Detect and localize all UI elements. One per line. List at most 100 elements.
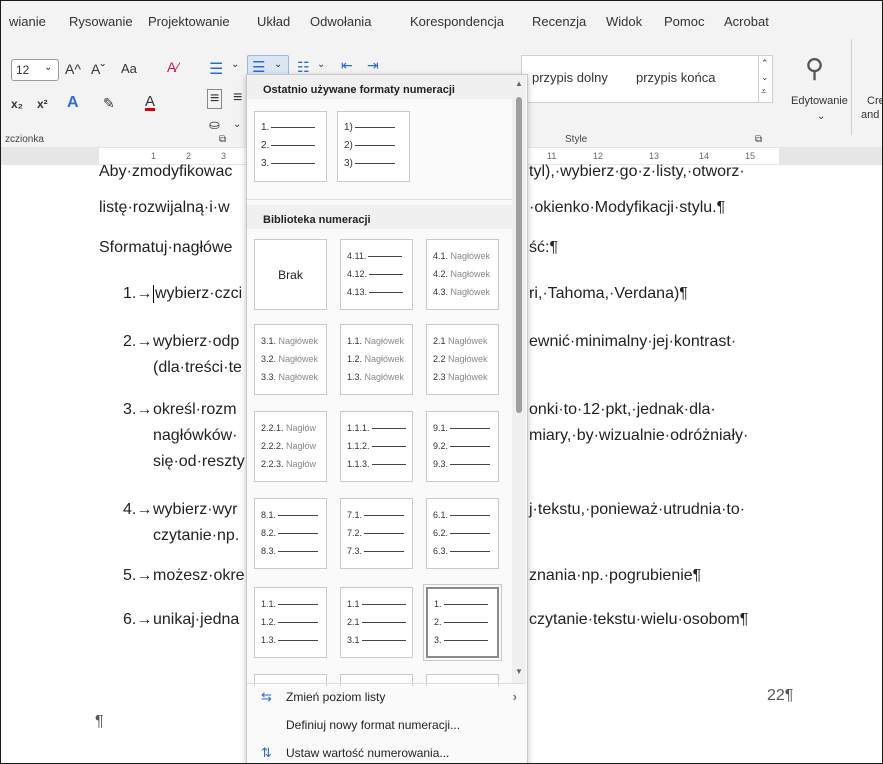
doc-text: Aby·zmodyfikowac	[99, 163, 233, 180]
tile-number: 8.2.	[261, 528, 277, 538]
tab-projektowanie[interactable]: Projektowanie	[148, 14, 230, 29]
list-number: 4.→	[123, 501, 153, 518]
align-center-icon[interactable]: ≡	[233, 89, 242, 107]
tile-rule	[278, 515, 319, 517]
more-styles-icon[interactable]: ⩡	[761, 86, 766, 97]
create-label[interactable]: Cre	[867, 95, 882, 107]
tab-acrobat[interactable]: Acrobat	[724, 14, 769, 29]
scroll-thumb[interactable]	[516, 97, 522, 413]
tile-heading: Nagłówek	[278, 354, 319, 364]
scroll-down-icon[interactable]: ▼	[515, 667, 523, 676]
tab-recenzja[interactable]: Recenzja	[532, 14, 586, 29]
dialog-launcher-icon[interactable]: ⧉	[755, 134, 762, 145]
highlight-icon[interactable]: ✎	[103, 95, 115, 112]
shrink-font-button[interactable]: Aˇ	[91, 61, 105, 77]
list-item-text: ewnić·minimalny·jej·kontrast·	[529, 333, 737, 350]
ribbon-tabs: wianie Rysowanie Projektowanie Układ Odw…	[1, 1, 882, 39]
dialog-launcher-icon[interactable]: ⧉	[219, 134, 226, 145]
list-number: 5.→	[123, 567, 153, 584]
change-list-level-item[interactable]: ⇆ Zmień poziom listy ›	[247, 684, 525, 710]
clear-format-icon[interactable]: A⁄	[167, 59, 179, 75]
numbering-none-tile[interactable]: Brak	[254, 239, 327, 310]
tile-heading: Nagłówek	[448, 372, 488, 382]
tile-number: 2.2.2.	[261, 441, 284, 451]
tab-wstawianie[interactable]: wianie	[9, 14, 46, 29]
tile-number: 3.	[261, 158, 270, 169]
font-color-icon[interactable]: A	[145, 93, 155, 110]
tile-rule	[271, 126, 316, 128]
numbering-format-tile[interactable]: 9.1. 9.2. 9.3.	[426, 411, 499, 482]
decrease-indent-icon[interactable]: ⇤	[341, 57, 353, 74]
font-group-label: zczionka	[5, 134, 44, 145]
set-numbering-value-item[interactable]: ⇅ Ustaw wartość numerowania...	[247, 740, 525, 763]
tile-heading: Nagłówek	[450, 251, 491, 261]
change-case-button[interactable]: Aa	[121, 61, 137, 76]
tile-rule	[271, 144, 316, 146]
align-left-icon[interactable]: ≡	[207, 89, 223, 109]
define-numbering-item[interactable]: Definiuj nowy format numeracji...	[247, 712, 525, 738]
font-size-select[interactable]: 12 ⌄	[11, 59, 59, 81]
numbering-format-tile-selected[interactable]: 1. 2. 3.	[423, 584, 502, 661]
doc-text: ść:¶	[529, 239, 559, 256]
numbering-format-tile[interactable]: 6.1. 6.2. 6.3.	[426, 498, 499, 569]
list-item-text: się·od·reszty	[153, 453, 245, 470]
tile-number: 3.	[434, 635, 442, 645]
chevron-down-icon: ⌄	[274, 59, 283, 70]
tile-number: 6.3.	[433, 546, 449, 556]
list-item-text: czytanie·tekstu·wielu·osobom¶	[529, 611, 749, 628]
numbering-format-tile[interactable]: 1.1.1. 1.1.2. 1.1.3.	[340, 411, 413, 482]
style-endnote[interactable]: przypis końca	[636, 70, 715, 85]
library-title: Biblioteka numeracji	[263, 214, 371, 226]
font-size-value: 12	[16, 63, 30, 77]
create-label-2[interactable]: and	[861, 109, 879, 121]
numbering-format-tile[interactable]: 8.1. 8.2. 8.3.	[254, 498, 327, 569]
numbering-format-tile[interactable]: 7.1. 7.2. 7.3.	[340, 498, 413, 569]
tile-number: 1.1.	[347, 336, 363, 346]
paragraph-mark: ¶	[95, 713, 104, 730]
styles-scroll[interactable]: ⌃ ⌄ ⩡	[758, 56, 773, 102]
numbering-format-tile[interactable]: 4.1. Nagłówek 4.2. Nagłówek 4.3. Nagłówe…	[426, 239, 499, 310]
change-list-level-label: Zmień poziom listy	[286, 690, 386, 704]
tab-rysowanie[interactable]: Rysowanie	[69, 14, 133, 29]
word-window: wianie Rysowanie Projektowanie Układ Odw…	[0, 0, 883, 764]
tile-rule	[369, 292, 404, 294]
ruler-mark: 1	[151, 151, 157, 161]
dropdown-scrollbar[interactable]: ▲ ▼	[512, 75, 526, 683]
text-effects-icon[interactable]: A	[67, 94, 79, 112]
tab-korespondencja[interactable]: Korespondencja	[410, 14, 504, 29]
list-number: 1.→	[123, 285, 153, 302]
chevron-down-icon[interactable]: ⌄	[231, 59, 239, 70]
tile-number: 1.3.	[347, 372, 363, 382]
list-item-text: j·tekstu,·ponieważ·utrudnia·to·	[529, 501, 746, 518]
chevron-down-icon[interactable]: ⌄	[761, 72, 769, 83]
chevron-down-icon[interactable]: ⌄	[233, 119, 241, 130]
increase-indent-icon[interactable]: ⇥	[367, 57, 379, 74]
tab-odwolania[interactable]: Odwołania	[310, 14, 371, 29]
subscript-button[interactable]: x₂	[11, 97, 23, 111]
ruler-mark: 13	[649, 151, 660, 161]
numbering-format-tile[interactable]: 2.1 Nagłówek 2.2 Nagłówek 2.3 Nagłówek	[426, 324, 499, 395]
tile-number: 1.1.2.	[347, 441, 370, 451]
bullets-icon[interactable]: ☰	[209, 59, 223, 79]
shading-icon[interactable]: ⛀	[209, 117, 220, 133]
list-item-text: ri,·Tahoma,·Verdana)¶	[529, 285, 688, 302]
numbering-format-tile[interactable]: 1.1 2.1 3.1	[340, 587, 413, 658]
list-number: 6.→	[123, 611, 153, 628]
tab-pomoc[interactable]: Pomoc	[664, 14, 704, 29]
tile-rule	[278, 604, 319, 606]
tab-uklad[interactable]: Układ	[257, 14, 290, 29]
superscript-button[interactable]: x²	[37, 97, 48, 111]
numbering-format-tile[interactable]: 3.1. Nagłówek 3.2. Nagłówek 3.3. Nagłówe…	[254, 324, 327, 395]
chevron-up-icon[interactable]: ⌃	[761, 58, 769, 69]
chevron-down-icon[interactable]: ⌄	[317, 59, 325, 70]
tab-widok[interactable]: Widok	[606, 14, 642, 29]
numbering-format-tile[interactable]: 2.2.1. Nagłów 2.2.2. Nagłów 2.2.3. Nagłó…	[254, 411, 327, 482]
grow-font-button[interactable]: A^	[65, 61, 81, 77]
recent-format-tile[interactable]: 1. 2. 3.	[254, 111, 327, 182]
scroll-up-icon[interactable]: ▲	[515, 79, 523, 88]
recent-format-tile[interactable]: 1) 2) 3)	[337, 111, 410, 182]
numbering-format-tile[interactable]: 1.1. 1.2. 1.3.	[254, 587, 327, 658]
style-footnote[interactable]: przypis dolny	[532, 70, 608, 85]
numbering-format-tile[interactable]: 4.11. 4.12. 4.13.	[340, 239, 413, 310]
numbering-format-tile[interactable]: 1.1. Nagłówek 1.2. Nagłówek 1.3. Nagłówe…	[340, 324, 413, 395]
